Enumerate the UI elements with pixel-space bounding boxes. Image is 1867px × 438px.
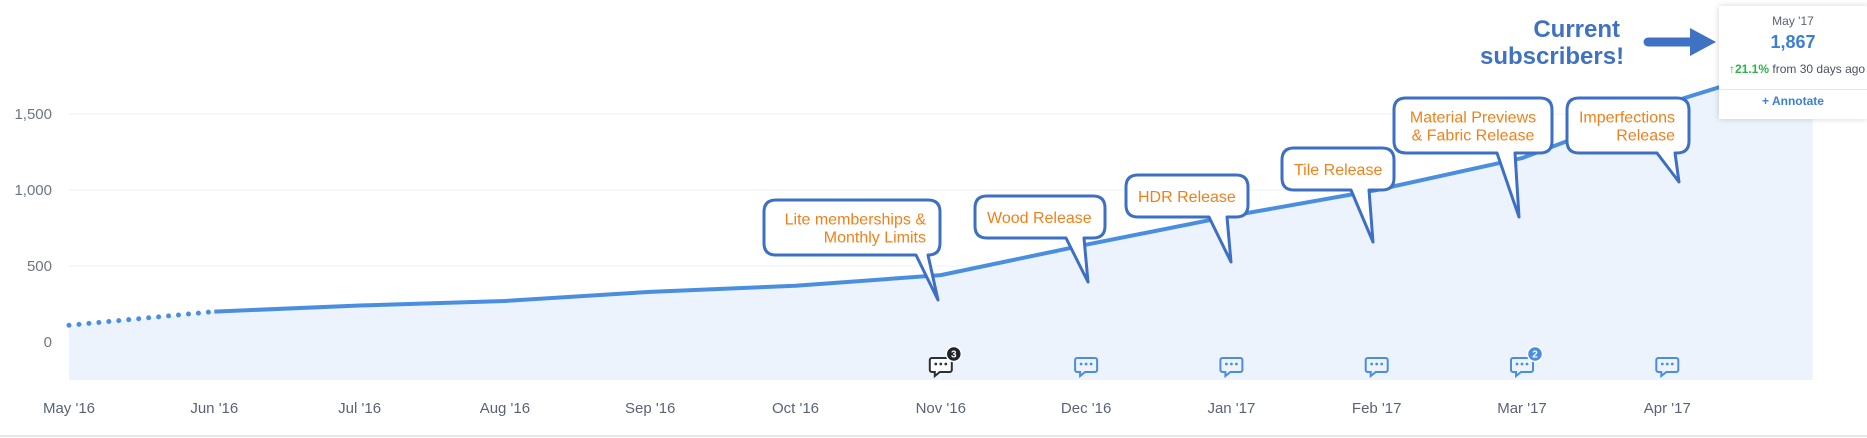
comment-dot	[1225, 362, 1228, 366]
callout-line-2: subscribers!	[1480, 43, 1625, 70]
comment-dot	[944, 362, 948, 366]
hover-tooltip: May '17 1,867 ↑21.1% from 30 days ago + …	[1719, 6, 1867, 119]
y-tick-label: 1,000	[14, 182, 52, 199]
x-tick-label: Oct '16	[772, 400, 819, 417]
comment-dot	[934, 362, 938, 366]
x-tick-label: Jul '16	[338, 400, 381, 417]
x-tick-label: May '16	[43, 400, 95, 417]
tooltip-divider	[1719, 89, 1867, 90]
y-tick-label: 0	[44, 334, 52, 351]
comment-dot	[1380, 362, 1384, 366]
tooltip-change: ↑21.1% from 30 days ago	[1729, 62, 1867, 76]
tooltip-value: 1,867	[1770, 32, 1816, 52]
annotation-text: HDR Release	[1138, 189, 1236, 206]
annotation-text: Tile Release	[1294, 162, 1382, 179]
comment-dot	[1665, 362, 1669, 366]
x-tick-label: Jan '17	[1207, 400, 1255, 417]
comment-dot	[1370, 362, 1374, 366]
annotation-text: Release	[1616, 128, 1675, 145]
x-tick-label: Dec '16	[1061, 400, 1111, 417]
callout-arrow-icon	[1643, 28, 1716, 56]
annotation-text: Material Previews	[1410, 110, 1536, 127]
x-tick-label: Feb '17	[1352, 400, 1402, 417]
comment-dot	[1230, 362, 1233, 366]
tooltip-change-pct: 21.1%	[1735, 62, 1770, 76]
annotation-text: Monthly Limits	[824, 230, 926, 247]
comment-dot	[1084, 362, 1088, 366]
comment-dot	[939, 362, 943, 366]
annotation-text: Imperfections	[1579, 110, 1675, 127]
annotate-button[interactable]: + Annotate	[1719, 94, 1867, 108]
x-tick-label: Mar '17	[1497, 400, 1547, 417]
tooltip-date: May '17	[1772, 14, 1814, 28]
comment-dot	[1079, 362, 1083, 366]
comment-count: 2	[1532, 350, 1538, 361]
y-tick-label: 500	[27, 258, 52, 275]
callout-line-1: Current	[1533, 16, 1620, 43]
comment-dot	[1520, 362, 1524, 366]
annotation-text: Wood Release	[987, 210, 1092, 227]
x-tick-label: Jun '16	[190, 400, 238, 417]
comment-dot	[1089, 362, 1093, 366]
annotation-text: & Fabric Release	[1412, 128, 1535, 145]
tooltip-change-text: from 30 days ago	[1772, 62, 1866, 76]
annotation-text: Lite memberships &	[785, 212, 927, 229]
comment-dot	[1375, 362, 1379, 366]
x-tick-label: Sep '16	[625, 400, 675, 417]
arrow-head	[1690, 28, 1716, 56]
comment-dot	[1235, 362, 1238, 366]
y-tick-label: 1,500	[14, 106, 52, 123]
comment-dot	[1660, 362, 1664, 366]
current-subscribers-callout: Current subscribers!	[1480, 16, 1625, 70]
comment-dot	[1525, 362, 1529, 366]
comment-dot	[1515, 362, 1519, 366]
comment-dot	[1670, 362, 1674, 366]
x-tick-label: Apr '17	[1644, 400, 1691, 417]
comment-count: 3	[951, 350, 957, 361]
x-tick-label: Nov '16	[916, 400, 966, 417]
x-tick-label: Aug '16	[480, 400, 530, 417]
